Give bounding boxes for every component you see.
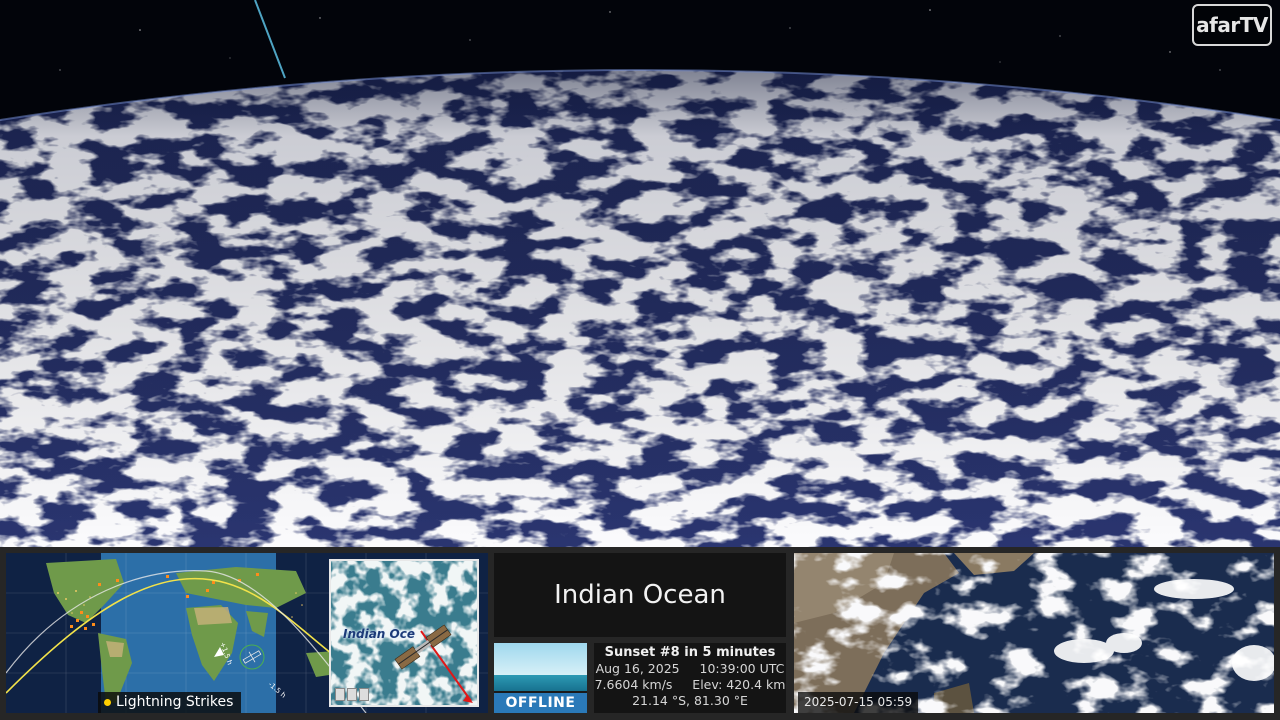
inset-map-location-label: Indian Oce <box>343 627 415 641</box>
map-control-icon[interactable] <box>335 688 345 701</box>
earth-clouds-illustration <box>0 0 1280 547</box>
elevation-value: Elev: 420.4 km <box>692 677 786 692</box>
date-value: Aug 16, 2025 <box>595 661 680 676</box>
speed-value: 7.6604 km/s <box>594 677 673 692</box>
camera-sea <box>494 675 587 691</box>
stars <box>59 9 1221 71</box>
earth-camera-view: afarTV <box>0 0 1280 547</box>
coordinates-value: 21.14 °S, 81.30 °E <box>632 693 748 708</box>
date-time-row: Aug 16, 2025 10:39:00 UTC <box>594 661 786 677</box>
live-camera-thumbnail: OFFLINE <box>494 643 587 713</box>
speed-elevation-row: 7.6604 km/s Elev: 420.4 km <box>594 677 786 693</box>
satellite-timestamp: 2025-07-15 05:59 <box>798 692 919 713</box>
satellite-image <box>794 553 1274 713</box>
telemetry-panel: Sunset #8 in 5 minutes Aug 16, 2025 10:3… <box>594 643 786 713</box>
location-panel: Indian Ocean <box>494 553 786 637</box>
world-map-panel: +1.5 h -1.5 h Indian Oce Lightning Strik… <box>6 553 488 713</box>
map-control-icon[interactable] <box>359 688 369 701</box>
camera-sky <box>494 643 587 675</box>
afartv-logo: afarTV <box>1192 4 1272 46</box>
location-name: Indian Ocean <box>554 580 726 610</box>
lightning-strikes-legend: Lightning Strikes <box>98 692 242 713</box>
satellite-image-panel: 2025-07-15 05:59 <box>794 553 1274 713</box>
time-value: 10:39:00 UTC <box>699 661 785 676</box>
sunset-countdown: Sunset #8 in 5 minutes <box>604 645 776 660</box>
inset-map: Indian Oce <box>329 559 479 707</box>
lightning-dot-icon <box>104 699 111 706</box>
offline-status-badge: OFFLINE <box>494 693 587 713</box>
inset-map-controls <box>335 688 369 701</box>
lightning-strikes-label: Lightning Strikes <box>116 694 234 710</box>
info-bar: +1.5 h -1.5 h Indian Oce Lightning Strik… <box>0 547 1280 720</box>
map-control-icon[interactable] <box>347 688 357 701</box>
